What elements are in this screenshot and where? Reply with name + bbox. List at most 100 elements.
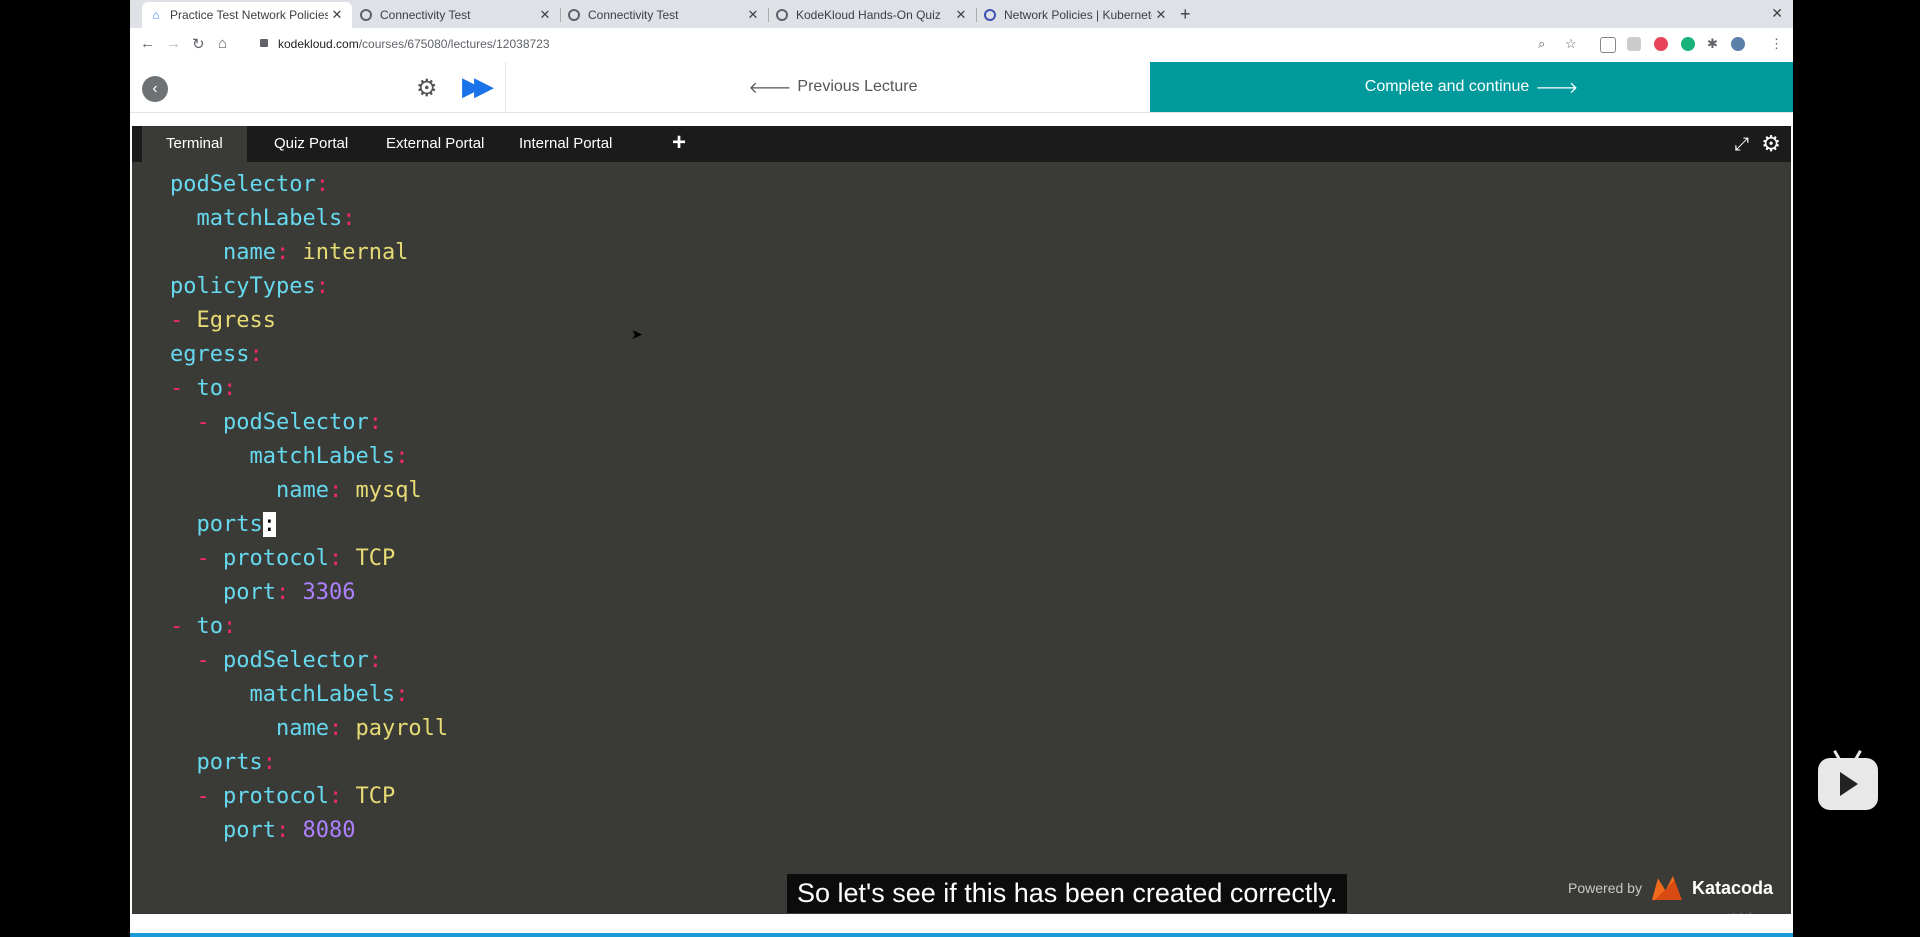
yaml-sep: : xyxy=(328,478,356,503)
yaml-key: name xyxy=(275,716,329,741)
terminal-line: - Egress xyxy=(170,304,448,338)
yaml-value: TCP xyxy=(355,784,396,809)
tab-external-portal[interactable]: External Portal xyxy=(362,126,508,162)
close-icon[interactable]: ✕ xyxy=(1152,7,1170,23)
terminal-line: matchLabels: xyxy=(170,440,448,474)
home-icon[interactable]: ⌂ xyxy=(218,35,227,52)
extension-icon[interactable] xyxy=(1600,37,1616,53)
close-icon[interactable]: ✕ xyxy=(952,7,970,23)
yaml-key: policyTypes xyxy=(170,274,316,299)
extension-icon[interactable] xyxy=(1654,37,1668,51)
yaml-value: mysql xyxy=(355,478,422,503)
globe-favicon-icon xyxy=(360,9,372,21)
previous-lecture-button[interactable]: 🡐 Previous Lecture xyxy=(505,62,1160,112)
tab-title: Practice Test Network Policies xyxy=(170,8,328,22)
yaml-value: internal xyxy=(302,240,409,265)
terminal-line: name: payroll xyxy=(170,712,448,746)
chevron-left-icon[interactable]: ‹ xyxy=(142,76,168,102)
terminal-line: podSelector: xyxy=(170,168,448,202)
gear-icon[interactable]: ⚙ xyxy=(416,74,438,103)
terminal-pane[interactable]: Terminal Quiz Portal External Portal Int… xyxy=(132,126,1791,914)
play-icon xyxy=(1840,772,1858,796)
yaml-sep: : xyxy=(328,716,356,741)
powered-by-label: Powered by xyxy=(1568,880,1642,896)
tab-title: Connectivity Test xyxy=(588,8,679,22)
fullscreen-icon[interactable]: ⤢ xyxy=(1735,134,1749,155)
tab-terminal[interactable]: Terminal xyxy=(142,126,247,162)
yaml-value: TCP xyxy=(355,546,396,571)
yaml-sep: : xyxy=(262,750,276,775)
complete-and-continue-button[interactable]: Complete and continue 🡒 xyxy=(1150,62,1793,112)
video-progress-line xyxy=(130,933,1793,937)
terminal-line: name: mysql xyxy=(170,474,448,508)
tab-quiz-portal[interactable]: Quiz Portal xyxy=(250,126,372,162)
video-player-icon[interactable] xyxy=(1818,750,1878,810)
close-icon[interactable]: ✕ xyxy=(744,7,762,23)
yaml-key: matchLabels xyxy=(196,206,343,231)
yaml-indent xyxy=(170,444,249,469)
yaml-value: 3306 xyxy=(302,580,356,605)
new-tab-button[interactable]: + xyxy=(1180,4,1191,25)
terminal-line: policyTypes: xyxy=(170,270,448,304)
yaml-key: podSelector xyxy=(223,410,369,435)
profile-avatar[interactable] xyxy=(1731,37,1745,51)
back-arrow-icon[interactable]: ← xyxy=(140,35,155,52)
yaml-key: ports xyxy=(196,512,263,537)
home-favicon-icon: ⌂ xyxy=(152,8,160,22)
close-icon[interactable]: ✕ xyxy=(328,7,346,23)
add-tab-button[interactable]: + xyxy=(672,129,686,157)
yaml-indent xyxy=(170,682,249,707)
yaml-key: protocol xyxy=(223,784,329,809)
yaml-indent xyxy=(170,478,276,503)
browser-toolbar: ← → ↻ ⌂ kodekloud.com/courses/675080/lec… xyxy=(130,28,1793,63)
terminal-line: - podSelector: xyxy=(170,644,448,678)
globe-favicon-icon xyxy=(776,9,788,21)
kebab-menu-icon[interactable]: ⋮ xyxy=(1770,36,1783,52)
puzzle-extensions-icon[interactable]: ✱ xyxy=(1707,36,1718,52)
tab-title: Connectivity Test xyxy=(380,8,471,22)
address-bar[interactable]: kodekloud.com/courses/675080/lectures/12… xyxy=(278,37,550,51)
globe-favicon-icon xyxy=(568,9,580,21)
terminal-output: podSelector: matchLabels: name: internal… xyxy=(170,168,448,848)
reload-icon[interactable]: ↻ xyxy=(192,35,205,53)
complete-label: Complete and continue xyxy=(1364,78,1530,95)
yaml-indent xyxy=(170,410,197,435)
bookmark-star-icon[interactable]: ☆ xyxy=(1565,36,1577,52)
tab-internal-portal[interactable]: Internal Portal xyxy=(495,126,636,162)
yaml-key: matchLabels xyxy=(249,682,396,707)
video-frame: ⌂ Practice Test Network Policies ✕ Conne… xyxy=(130,0,1793,937)
grammarly-icon[interactable] xyxy=(1681,37,1695,51)
terminal-line: egress: xyxy=(170,338,448,372)
yaml-value: payroll xyxy=(355,716,449,741)
zoom-icon[interactable]: ⌕ xyxy=(1538,36,1545,52)
browser-tab-connectivity-1[interactable]: Connectivity Test ✕ xyxy=(352,2,560,28)
fast-forward-icon[interactable]: ▶▶ xyxy=(462,71,494,102)
extension-icon[interactable] xyxy=(1627,37,1641,51)
yaml-sep: : xyxy=(328,546,356,571)
terminal-line: matchLabels: xyxy=(170,678,448,712)
window-close-button[interactable]: ✕ xyxy=(1771,5,1783,22)
yaml-dash: - xyxy=(196,410,223,435)
forward-arrow-icon[interactable]: → xyxy=(166,35,181,52)
yaml-key: to xyxy=(196,376,224,401)
yaml-sep: : xyxy=(315,274,329,299)
yaml-indent xyxy=(170,648,197,673)
yaml-sep: : xyxy=(275,240,303,265)
close-icon[interactable]: ✕ xyxy=(536,7,554,23)
yaml-key: ports xyxy=(196,750,263,775)
browser-tab-network-policies[interactable]: Network Policies | Kubernetes ✕ xyxy=(976,2,1176,28)
browser-tab-connectivity-2[interactable]: Connectivity Test ✕ xyxy=(560,2,768,28)
yaml-key: matchLabels xyxy=(249,444,396,469)
yaml-dash: - xyxy=(196,648,223,673)
yaml-sep: : xyxy=(395,682,409,707)
terminal-line: - podSelector: xyxy=(170,406,448,440)
settings-gear-icon[interactable]: ⚙ xyxy=(1761,131,1781,157)
terminal-line: port: 3306 xyxy=(170,576,448,610)
yaml-sep: : xyxy=(262,512,276,537)
yaml-indent xyxy=(170,580,223,605)
yaml-key: egress xyxy=(170,342,250,367)
browser-tab-strip: ⌂ Practice Test Network Policies ✕ Conne… xyxy=(130,0,1793,28)
yaml-key: podSelector xyxy=(223,648,369,673)
browser-tab-practice-test[interactable]: ⌂ Practice Test Network Policies ✕ xyxy=(142,2,352,28)
browser-tab-kodekloud-quiz[interactable]: KodeKloud Hands-On Quiz ✕ xyxy=(768,2,976,28)
